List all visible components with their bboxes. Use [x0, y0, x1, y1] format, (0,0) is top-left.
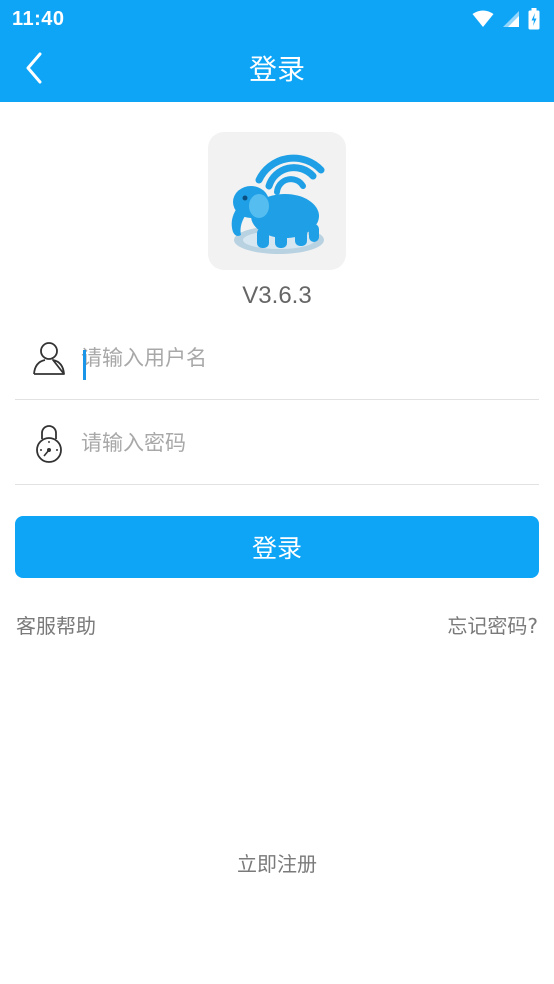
username-row: [15, 316, 539, 400]
password-row: [15, 401, 539, 485]
page-title: 登录: [248, 53, 305, 86]
password-input[interactable]: [81, 422, 539, 463]
wifi-icon: [472, 10, 494, 28]
status-time: 11:40: [12, 7, 65, 30]
user-icon: [15, 340, 81, 376]
battery-icon: [528, 8, 540, 30]
status-bar: 11:40: [0, 0, 554, 38]
app-version: V3.6.3: [242, 282, 312, 309]
app-bar: 登录: [0, 38, 554, 102]
app-logo: [208, 132, 346, 270]
text-caret: [83, 350, 86, 380]
customer-help-link[interactable]: 客服帮助: [16, 610, 96, 639]
forgot-password-link[interactable]: 忘记密码?: [447, 610, 538, 639]
username-input[interactable]: [81, 337, 539, 378]
login-button[interactable]: 登录: [15, 516, 539, 578]
lock-icon: [15, 423, 81, 463]
status-icons: [472, 8, 540, 30]
signal-icon: [502, 10, 520, 28]
elephant-logo-icon: [221, 140, 333, 262]
register-link[interactable]: 立即注册: [0, 848, 554, 877]
